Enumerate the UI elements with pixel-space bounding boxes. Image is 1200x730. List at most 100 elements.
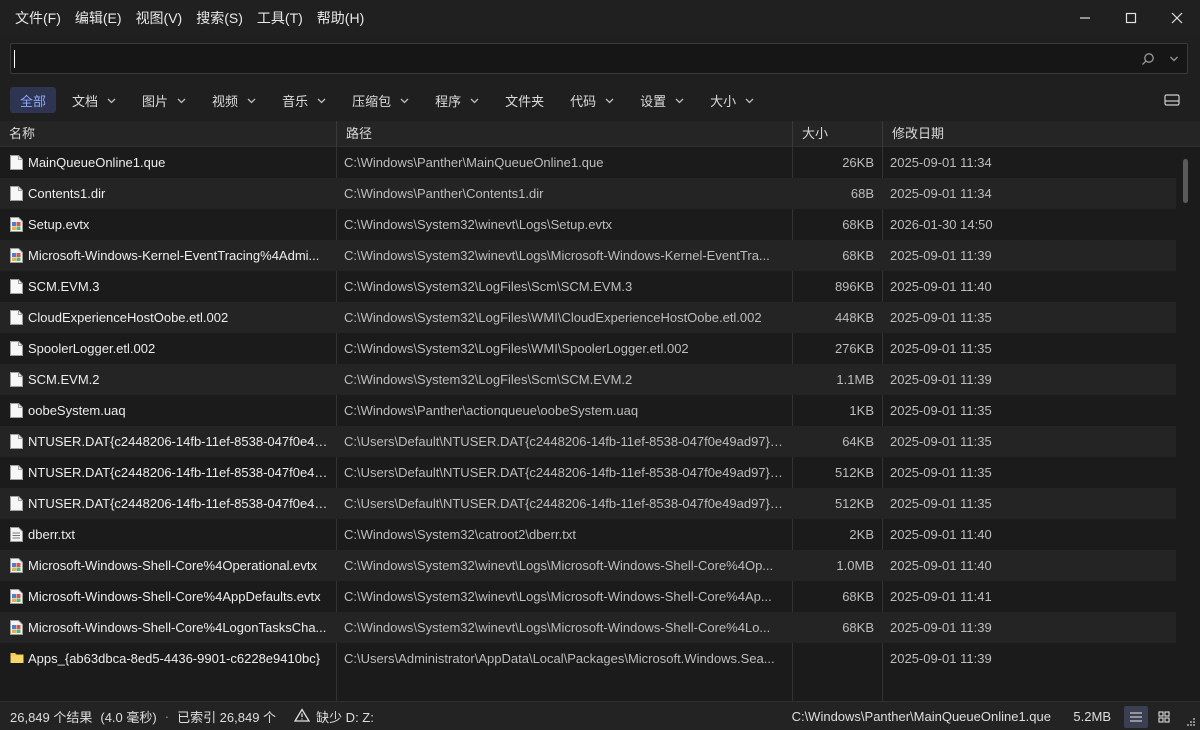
filter-4[interactable]: 音乐: [272, 87, 336, 113]
filter-0[interactable]: 全部: [10, 87, 57, 113]
table-row[interactable]: NTUSER.DAT{c2448206-14fb-11ef-8538-047f0…: [0, 457, 1176, 488]
modified-date: 2025-09-01 11:34: [890, 155, 992, 170]
table-row[interactable]: MainQueueOnline1.que C:\Windows\Panther\M…: [0, 147, 1176, 178]
maximize-button[interactable]: [1108, 0, 1154, 36]
selected-size: 5.2MB: [1073, 708, 1111, 724]
column-header-size[interactable]: 大小: [793, 121, 883, 147]
filter-label: 文件夹: [505, 93, 545, 109]
event-log-file-icon: [10, 248, 23, 263]
file-size: [796, 643, 874, 674]
file-icon: [10, 186, 23, 201]
table-row[interactable]: Microsoft-Windows-Shell-Core%4Operationa…: [0, 550, 1176, 581]
file-icon: [10, 372, 23, 387]
file-size: 2KB: [849, 527, 874, 542]
modified-date: 2025-09-01 11:35: [890, 496, 992, 511]
file-path: C:\Users\Administrator\AppData\Local\Pac…: [344, 651, 775, 666]
minimize-button[interactable]: [1062, 0, 1108, 36]
column-header-name[interactable]: 名称: [0, 121, 337, 147]
filter-8[interactable]: 代码: [560, 87, 624, 113]
file-size: 1.0MB: [836, 558, 874, 573]
column-header-date[interactable]: 修改日期: [883, 121, 1200, 147]
table-row[interactable]: NTUSER.DAT{c2448206-14fb-11ef-8538-047f0…: [0, 488, 1176, 519]
search-input[interactable]: [14, 49, 1135, 68]
table-row[interactable]: NTUSER.DAT{c2448206-14fb-11ef-8538-047f0…: [0, 426, 1176, 457]
modified-date: 2026-01-30 14:50: [890, 217, 993, 232]
modified-date: 2025-09-01 11:39: [890, 620, 992, 635]
table-row[interactable]: SpoolerLogger.etl.002 C:\Windows\System32…: [0, 333, 1176, 364]
thumbnail-view-button[interactable]: [1152, 706, 1176, 728]
file-path: C:\Windows\System32\LogFiles\WMI\Spooler…: [344, 341, 689, 356]
table-body: MainQueueOnline1.que C:\Windows\Panther\M…: [0, 147, 1176, 674]
search-icon[interactable]: [1135, 52, 1161, 66]
menu-search[interactable]: 搜索(S): [189, 0, 250, 36]
modified-date: 2025-09-01 11:39: [890, 372, 992, 387]
file-path: C:\Users\Default\NTUSER.DAT{c2448206-14f…: [344, 465, 784, 480]
maximize-icon: [1125, 12, 1137, 24]
search-time: (4.0 毫秒): [100, 709, 157, 725]
file-icon: [10, 434, 23, 449]
file-path: C:\Windows\System32\winevt\Logs\Setup.ev…: [344, 217, 613, 232]
table-row[interactable]: oobeSystem.uaq C:\Windows\Panther\actionq…: [0, 395, 1176, 426]
filter-label: 图片: [142, 93, 169, 109]
filter-1[interactable]: 文档: [62, 87, 126, 113]
filter-label: 设置: [640, 93, 667, 109]
minimize-icon: [1080, 17, 1090, 19]
search-history-dropdown[interactable]: [1161, 54, 1187, 64]
filter-label: 音乐: [282, 93, 309, 109]
file-name: SCM.EVM.3: [28, 279, 100, 294]
menu-tools[interactable]: 工具(T): [250, 0, 310, 36]
filter-10[interactable]: 大小: [700, 87, 764, 113]
selected-path: C:\Windows\Panther\MainQueueOnline1.que: [791, 708, 1051, 724]
table-row[interactable]: CloudExperienceHostOobe.etl.002 C:\Window…: [0, 302, 1176, 333]
event-log-file-icon: [10, 589, 23, 604]
filter-2[interactable]: 图片: [132, 87, 196, 113]
status-separator: ·: [164, 708, 170, 724]
table-row[interactable]: Microsoft-Windows-Shell-Core%4AppDefault…: [0, 581, 1176, 612]
search-box: [10, 43, 1188, 74]
column-header-path[interactable]: 路径: [337, 121, 793, 147]
menu-edit[interactable]: 编辑(E): [68, 0, 129, 36]
file-path: C:\Windows\System32\winevt\Logs\Microsof…: [344, 620, 771, 635]
list-view-button[interactable]: [1124, 706, 1148, 728]
menu-bar: 文件(F) 编辑(E) 视图(V) 搜索(S) 工具(T) 帮助(H): [0, 0, 1200, 36]
window-controls: [1062, 0, 1200, 36]
menu-view[interactable]: 视图(V): [129, 0, 190, 36]
file-icon: [10, 403, 23, 418]
table-row[interactable]: Microsoft-Windows-Kernel-EventTracing%4A…: [0, 240, 1176, 271]
filter-label: 文档: [72, 93, 99, 109]
table-row[interactable]: SCM.EVM.3 C:\Windows\System32\LogFiles\Sc…: [0, 271, 1176, 302]
filter-3[interactable]: 视频: [202, 87, 266, 113]
menu-help[interactable]: 帮助(H): [310, 0, 371, 36]
close-button[interactable]: [1154, 0, 1200, 36]
modified-date: 2025-09-01 11:35: [890, 310, 992, 325]
table-row[interactable]: Microsoft-Windows-Shell-Core%4LogonTasks…: [0, 612, 1176, 643]
menu-file[interactable]: 文件(F): [8, 0, 68, 36]
filter-5[interactable]: 压缩包: [342, 87, 419, 113]
vertical-scrollbar[interactable]: [1183, 159, 1188, 203]
table-row[interactable]: Contents1.dir C:\Windows\Panther\Contents…: [0, 178, 1176, 209]
file-path: C:\Windows\System32\winevt\Logs\Microsof…: [344, 589, 772, 604]
table-row[interactable]: Apps_{ab63dbca-8ed5-4436-9901-c6228e9410…: [0, 643, 1176, 674]
file-path: C:\Windows\System32\winevt\Logs\Microsof…: [344, 248, 770, 263]
table-row[interactable]: SCM.EVM.2 C:\Windows\System32\LogFiles\Sc…: [0, 364, 1176, 395]
chevron-down-icon: [247, 93, 256, 108]
result-count: 26,849 个结果: [10, 709, 93, 725]
chevron-down-icon: [177, 93, 186, 108]
filter-6[interactable]: 程序: [425, 87, 489, 113]
file-size: 64KB: [842, 434, 874, 449]
filter-7[interactable]: 文件夹: [495, 87, 554, 113]
file-size: 276KB: [834, 341, 874, 356]
chevron-down-icon: [745, 93, 754, 108]
resize-grip-icon[interactable]: [1186, 717, 1196, 727]
file-size: 448KB: [834, 310, 874, 325]
missing-drives[interactable]: 缺少 D: Z:: [316, 707, 374, 726]
warning-icon: [276, 707, 316, 725]
chevron-down-icon: [400, 93, 409, 108]
file-path: C:\Windows\System32\LogFiles\WMI\CloudEx…: [344, 310, 762, 325]
file-path: C:\Windows\System32\LogFiles\Scm\SCM.EVM…: [344, 279, 633, 294]
table-row[interactable]: dberr.txt C:\Windows\System32\catroot2\db…: [0, 519, 1176, 550]
filter-9[interactable]: 设置: [630, 87, 694, 113]
table-row[interactable]: Setup.evtx C:\Windows\System32\winevt\Log…: [0, 209, 1176, 240]
preview-panel-toggle[interactable]: [1164, 93, 1180, 110]
file-path: C:\Windows\System32\catroot2\dberr.txt: [344, 527, 576, 542]
